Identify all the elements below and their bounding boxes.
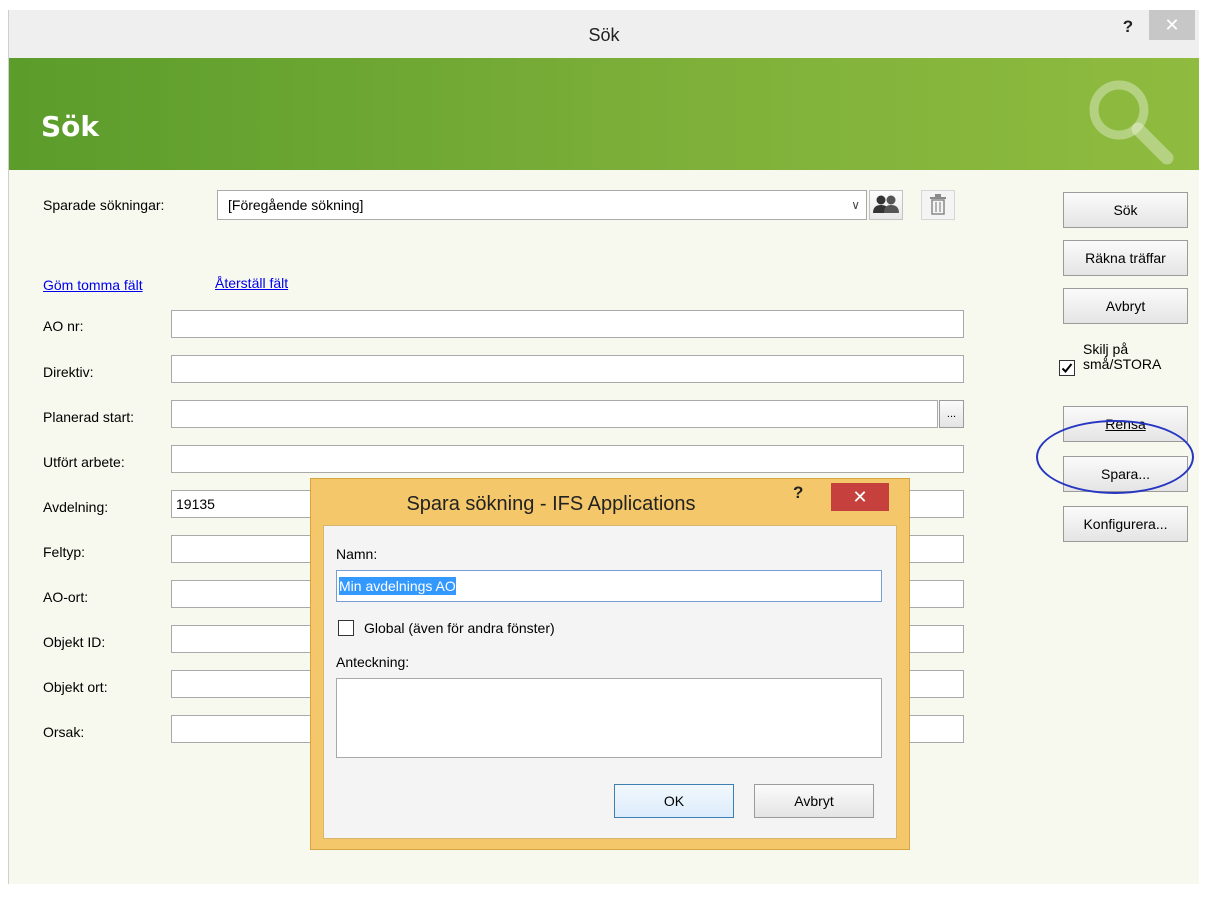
dialog-close-button[interactable]: ✕ [831,483,889,511]
field-label-ao-nr: AO nr: [43,318,84,334]
users-icon [873,195,899,213]
reset-fields-link[interactable]: Återställ fält [215,275,288,291]
saved-searches-dropdown[interactable]: [Föregående sökning] ∨ [217,190,867,220]
share-search-button[interactable] [869,190,903,220]
case-sensitive-label-line2: små/STORA [1083,356,1162,372]
case-sensitive-label-line1: Skilj på [1083,341,1129,357]
dialog-cancel-button[interactable]: Avbryt [754,784,874,818]
hide-empty-fields-link[interactable]: Göm tomma fält [43,277,143,293]
name-input-selected-text: Min avdelnings AO [339,577,456,595]
clear-button[interactable]: Rensa [1063,406,1188,442]
saved-searches-label: Sparade sökningar: [43,197,165,213]
search-button[interactable]: Sök [1063,192,1188,228]
field-label-avdelning: Avdelning: [43,499,109,515]
trash-icon [930,194,946,215]
case-sensitive-checkbox[interactable] [1059,360,1075,376]
configure-button[interactable]: Konfigurera... [1063,506,1188,542]
field-label-utfort-arbete: Utfört arbete: [43,454,125,470]
saved-searches-value: [Föregående sökning] [228,197,364,213]
note-label: Anteckning: [336,654,410,670]
field-label-planerad-start: Planerad start: [43,409,135,425]
ao-nr-input[interactable] [171,310,964,338]
global-checkbox[interactable] [338,620,354,636]
title-bar: Sök ? ✕ [9,10,1199,58]
field-label-objekt-id: Objekt ID: [43,634,106,650]
delete-search-button[interactable] [921,190,955,220]
name-label: Namn: [336,546,378,562]
help-button[interactable]: ? [1115,14,1141,40]
field-label-orsak: Orsak: [43,724,85,740]
field-label-ao-ort: AO-ort: [43,589,89,605]
save-search-dialog: Spara sökning - IFS Applications ? ✕ Nam… [310,478,910,850]
field-label-objekt-ort: Objekt ort: [43,679,108,695]
search-icon [1089,80,1174,165]
cancel-button[interactable]: Avbryt [1063,288,1188,324]
name-input[interactable]: Min avdelnings AO [336,570,882,602]
checkmark-icon [1061,363,1073,373]
direktiv-input[interactable] [171,355,964,383]
dialog-title: Spara sökning - IFS Applications [406,493,696,515]
ok-button[interactable]: OK [614,784,734,818]
close-button[interactable]: ✕ [1149,10,1195,40]
date-picker-button[interactable]: ... [939,400,964,428]
save-button[interactable]: Spara... [1063,456,1188,492]
utfort-arbete-input[interactable] [171,445,964,473]
dialog-body: Namn: Min avdelnings AO Global (även för… [323,525,897,839]
field-label-direktiv: Direktiv: [43,364,94,380]
window-title: Sök [588,25,620,45]
page-title: Sök [41,110,100,143]
header-banner: Sök [9,58,1199,170]
planerad-start-input[interactable] [171,400,938,428]
count-hits-button[interactable]: Räkna träffar [1063,240,1188,276]
field-label-feltyp: Feltyp: [43,544,86,560]
dialog-help-button[interactable]: ? [793,483,803,503]
chevron-down-icon: ∨ [851,198,860,212]
case-sensitive-label: Skilj på små/STORA [1083,342,1161,372]
global-label: Global (även för andra fönster) [364,620,555,636]
note-textarea[interactable] [336,678,882,758]
